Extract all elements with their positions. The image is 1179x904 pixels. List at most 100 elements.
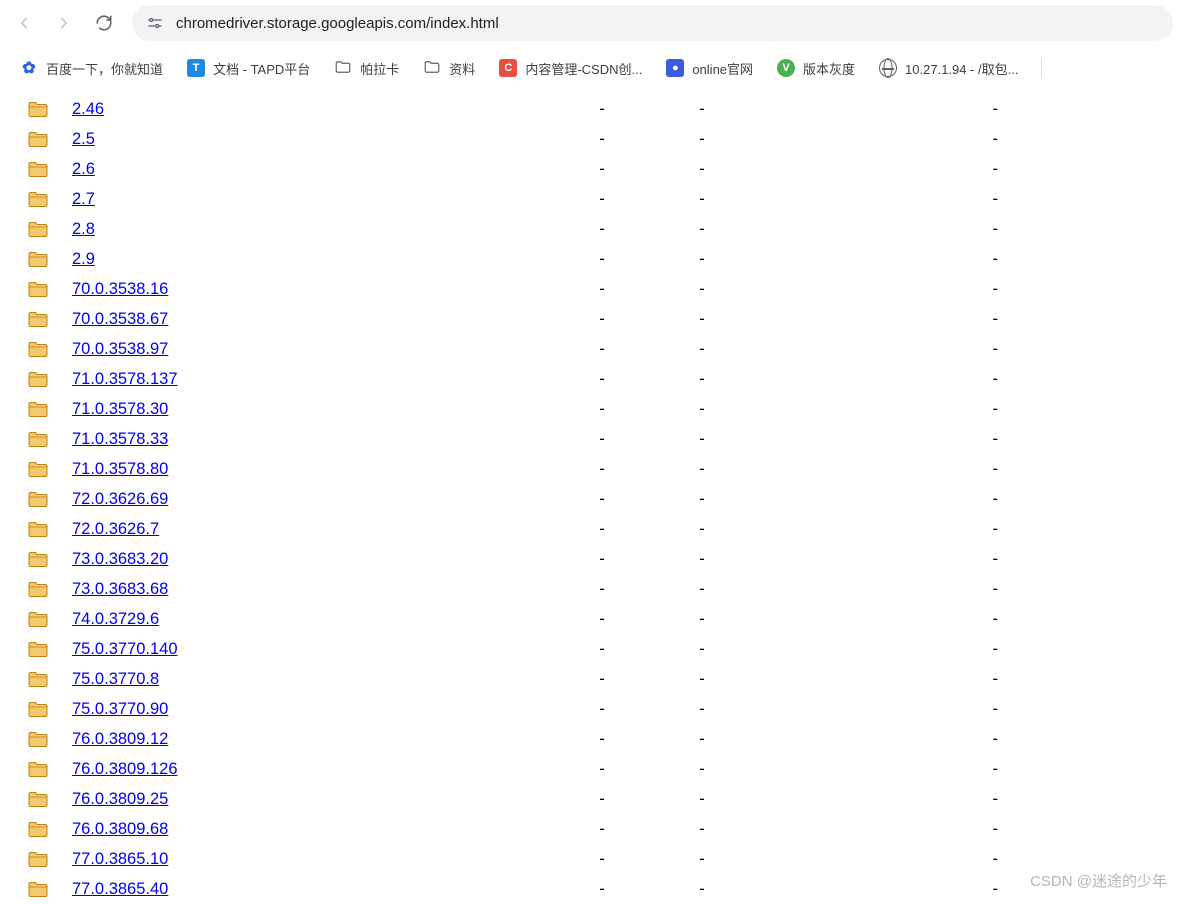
table-row: 76.0.3809.25--- bbox=[24, 784, 1179, 814]
directory-link[interactable]: 75.0.3770.140 bbox=[72, 640, 178, 658]
col-etag: - bbox=[752, 280, 1022, 299]
folder-icon bbox=[24, 761, 52, 778]
table-row: 75.0.3770.140--- bbox=[24, 634, 1179, 664]
directory-link[interactable]: 75.0.3770.90 bbox=[72, 700, 168, 718]
col-size: - bbox=[552, 280, 652, 299]
col-etag: - bbox=[752, 220, 1022, 239]
col-size: - bbox=[552, 580, 652, 599]
browser-toolbar: chromedriver.storage.googleapis.com/inde… bbox=[0, 0, 1179, 46]
col-size: - bbox=[552, 760, 652, 779]
folder-icon bbox=[24, 101, 52, 118]
site-settings-icon[interactable] bbox=[146, 14, 164, 32]
col-date: - bbox=[652, 490, 752, 509]
col-etag: - bbox=[752, 130, 1022, 149]
col-date: - bbox=[652, 430, 752, 449]
col-date: - bbox=[652, 670, 752, 689]
col-date: - bbox=[652, 520, 752, 539]
col-etag: - bbox=[752, 310, 1022, 329]
directory-link[interactable]: 2.8 bbox=[72, 220, 95, 238]
table-row: 75.0.3770.8--- bbox=[24, 664, 1179, 694]
directory-link[interactable]: 72.0.3626.7 bbox=[72, 520, 159, 538]
col-date: - bbox=[652, 130, 752, 149]
col-date: - bbox=[652, 820, 752, 839]
col-etag: - bbox=[752, 610, 1022, 629]
directory-link[interactable]: 70.0.3538.67 bbox=[72, 310, 168, 328]
directory-link[interactable]: 71.0.3578.137 bbox=[72, 370, 178, 388]
directory-link[interactable]: 73.0.3683.68 bbox=[72, 580, 168, 598]
col-etag: - bbox=[752, 640, 1022, 659]
col-date: - bbox=[652, 190, 752, 209]
table-row: 73.0.3683.68--- bbox=[24, 574, 1179, 604]
directory-link[interactable]: 70.0.3538.97 bbox=[72, 340, 168, 358]
col-date: - bbox=[652, 610, 752, 629]
col-date: - bbox=[652, 340, 752, 359]
bookmark-item[interactable]: C内容管理-CSDN创... bbox=[491, 55, 650, 82]
directory-link[interactable]: 71.0.3578.80 bbox=[72, 460, 168, 478]
forward-button[interactable] bbox=[46, 5, 82, 41]
col-etag: - bbox=[752, 370, 1022, 389]
folder-icon bbox=[24, 551, 52, 568]
col-etag: - bbox=[752, 490, 1022, 509]
directory-link[interactable]: 70.0.3538.16 bbox=[72, 280, 168, 298]
folder-icon bbox=[24, 671, 52, 688]
table-row: 2.9--- bbox=[24, 244, 1179, 274]
directory-link[interactable]: 74.0.3729.6 bbox=[72, 610, 159, 628]
table-row: 71.0.3578.137--- bbox=[24, 364, 1179, 394]
col-date: - bbox=[652, 580, 752, 599]
col-date: - bbox=[652, 220, 752, 239]
directory-link[interactable]: 2.9 bbox=[72, 250, 95, 268]
directory-link[interactable]: 72.0.3626.69 bbox=[72, 490, 168, 508]
address-bar[interactable]: chromedriver.storage.googleapis.com/inde… bbox=[132, 5, 1173, 41]
col-size: - bbox=[552, 610, 652, 629]
directory-link[interactable]: 2.46 bbox=[72, 100, 104, 118]
tapd-icon: T bbox=[187, 59, 205, 77]
table-row: 2.5--- bbox=[24, 124, 1179, 154]
bookmark-item[interactable]: V版本灰度 bbox=[769, 55, 863, 82]
col-etag: - bbox=[752, 550, 1022, 569]
directory-link[interactable]: 2.7 bbox=[72, 190, 95, 208]
col-date: - bbox=[652, 400, 752, 419]
directory-link[interactable]: 71.0.3578.33 bbox=[72, 430, 168, 448]
directory-link[interactable]: 76.0.3809.12 bbox=[72, 730, 168, 748]
directory-link[interactable]: 2.5 bbox=[72, 130, 95, 148]
directory-link[interactable]: 75.0.3770.8 bbox=[72, 670, 159, 688]
directory-link[interactable]: 2.6 bbox=[72, 160, 95, 178]
bookmark-item[interactable]: ✿百度一下，你就知道 bbox=[12, 55, 171, 82]
bookmark-item[interactable]: 10.27.1.94 - /取包... bbox=[871, 55, 1026, 82]
back-button[interactable] bbox=[6, 5, 42, 41]
directory-link[interactable]: 77.0.3865.40 bbox=[72, 880, 168, 898]
col-size: - bbox=[552, 400, 652, 419]
watermark: CSDN @迷途的少年 bbox=[1030, 870, 1167, 891]
reload-button[interactable] bbox=[86, 5, 122, 41]
folder-icon bbox=[24, 251, 52, 268]
col-size: - bbox=[552, 850, 652, 869]
table-row: 71.0.3578.80--- bbox=[24, 454, 1179, 484]
col-size: - bbox=[552, 550, 652, 569]
folder-icon bbox=[24, 581, 52, 598]
directory-link[interactable]: 73.0.3683.20 bbox=[72, 550, 168, 568]
bookmark-item[interactable]: 帕拉卡 bbox=[326, 54, 407, 83]
directory-link[interactable]: 76.0.3809.126 bbox=[72, 760, 178, 778]
table-row: 2.46--- bbox=[24, 94, 1179, 124]
col-size: - bbox=[552, 130, 652, 149]
table-row: 71.0.3578.30--- bbox=[24, 394, 1179, 424]
bookmark-item[interactable]: ●online官网 bbox=[658, 55, 761, 82]
directory-link[interactable]: 71.0.3578.30 bbox=[72, 400, 168, 418]
col-date: - bbox=[652, 550, 752, 569]
table-row: 73.0.3683.20--- bbox=[24, 544, 1179, 574]
col-size: - bbox=[552, 700, 652, 719]
table-row: 77.0.3865.10--- bbox=[24, 844, 1179, 874]
col-date: - bbox=[652, 310, 752, 329]
col-date: - bbox=[652, 280, 752, 299]
folder-icon bbox=[24, 341, 52, 358]
directory-link[interactable]: 77.0.3865.10 bbox=[72, 850, 168, 868]
bookmark-item[interactable]: 资料 bbox=[415, 54, 483, 83]
col-etag: - bbox=[752, 100, 1022, 119]
bookmark-item[interactable]: T文档 - TAPD平台 bbox=[179, 55, 318, 82]
bookmarks-bar: ✿百度一下，你就知道 T文档 - TAPD平台帕拉卡资料 C内容管理-CSDN创..… bbox=[0, 46, 1179, 90]
folder-icon bbox=[24, 401, 52, 418]
directory-link[interactable]: 76.0.3809.68 bbox=[72, 820, 168, 838]
folder-icon bbox=[423, 58, 441, 79]
col-size: - bbox=[552, 820, 652, 839]
directory-link[interactable]: 76.0.3809.25 bbox=[72, 790, 168, 808]
